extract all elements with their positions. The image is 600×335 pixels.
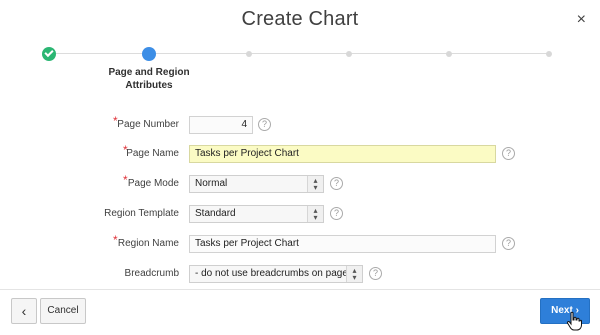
region-name-input[interactable]: Tasks per Project Chart [189,235,496,253]
step-future-indicator [546,51,552,57]
dialog-title: Create Chart [241,8,359,30]
breadcrumb-value: - do not use breadcrumbs on page - [195,268,354,279]
help-icon[interactable]: ? [258,118,271,131]
step-complete-check-icon [42,47,56,61]
chevron-updown-icon: ▴ ▾ [307,206,323,222]
current-step-label: Page and Region Attributes [104,66,194,92]
page-number-input[interactable]: 4 [189,116,253,134]
help-icon[interactable]: ? [502,237,515,250]
page-name-label: Page Name [126,148,179,159]
chevron-updown-icon: ▴ ▾ [346,266,362,282]
page-mode-label: Page Mode [127,178,179,189]
region-template-row: Region Template Standard ▴ ▾ ? [0,205,600,223]
wizard-track [48,53,550,54]
step-future-indicator [346,51,352,57]
page-number-row: * Page Number 4 ? [0,115,600,134]
region-template-select[interactable]: Standard ▴ ▾ [189,205,324,223]
wizard-progress: Page and Region Attributes [0,44,600,94]
chevron-updown-icon: ▴ ▾ [307,176,323,192]
page-mode-select[interactable]: Normal ▴ ▾ [189,175,324,193]
close-icon[interactable]: × [577,12,586,28]
step-future-indicator [246,51,252,57]
help-icon[interactable]: ? [369,267,382,280]
region-name-label: Region Name [117,238,179,249]
help-icon[interactable]: ? [502,147,515,160]
region-name-row: * Region Name Tasks per Project Chart ? [0,234,600,253]
page-name-row: * Page Name Tasks per Project Chart ? [0,144,600,163]
region-template-value: Standard [195,208,236,219]
page-mode-row: * Page Mode Normal ▴ ▾ ? [0,174,600,193]
region-template-label: Region Template [104,208,179,219]
page-name-input[interactable]: Tasks per Project Chart [189,145,496,163]
help-icon[interactable]: ? [330,177,343,190]
help-icon[interactable]: ? [330,207,343,220]
cancel-button[interactable]: Cancel [40,298,86,324]
breadcrumb-row: Breadcrumb - do not use breadcrumbs on p… [0,265,600,283]
step-current-indicator [142,47,156,61]
current-step-label-line2: Attributes [125,80,173,91]
chevron-left-icon: ‹ [21,303,27,319]
page-mode-value: Normal [195,178,228,189]
breadcrumb-select[interactable]: - do not use breadcrumbs on page - ▴ ▾ [189,265,363,283]
next-button[interactable]: Next › [540,298,590,324]
back-button[interactable]: ‹ [11,298,37,324]
breadcrumb-label: Breadcrumb [124,268,179,279]
step-future-indicator [446,51,452,57]
hand-cursor-icon [566,311,582,331]
create-chart-dialog: Create Chart × Page and Region Attribute… [0,0,600,335]
page-number-label: Page Number [117,119,179,130]
current-step-label-line1: Page and Region [108,67,190,78]
dialog-footer: ‹ Cancel Next › [0,289,600,335]
